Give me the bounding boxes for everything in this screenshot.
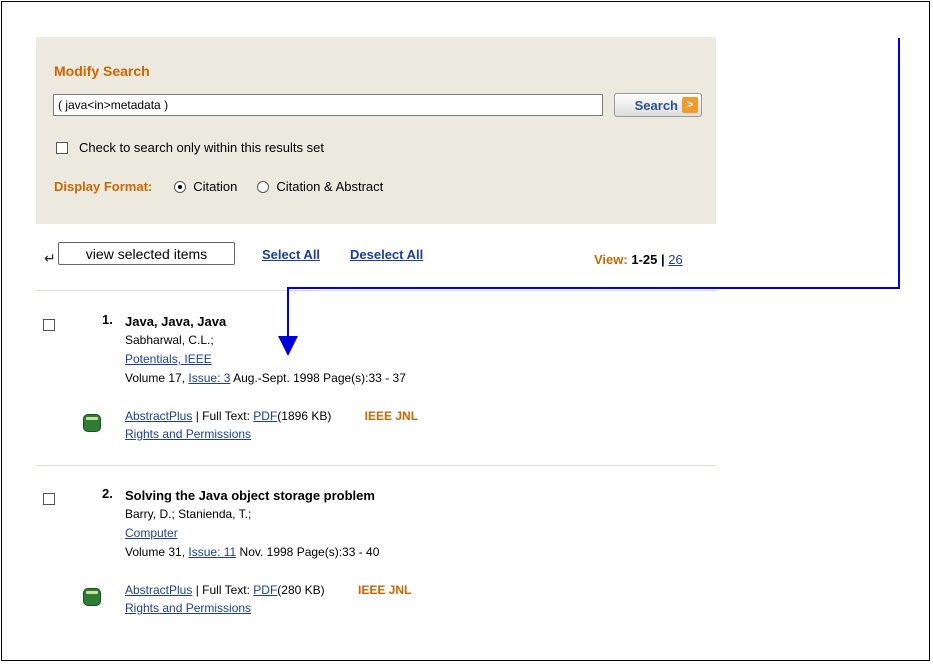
select-all-link[interactable]: Select All <box>262 247 320 262</box>
result-1-links: AbstractPlus | Full Text: PDF(1896 KB) I… <box>125 407 418 443</box>
result-1-full-text-label: | Full Text: <box>195 409 250 423</box>
view-separator: | <box>661 252 665 267</box>
pagination: View: 1-25 | 26 <box>594 252 683 267</box>
result-1-rights-link[interactable]: Rights and Permissions <box>125 427 251 441</box>
search-within-option: Check to search only within this results… <box>56 140 324 155</box>
result-2-date-pages: Nov. 1998 Page(s):33 - 40 <box>239 545 380 559</box>
result-2-rights-link[interactable]: Rights and Permissions <box>125 601 251 615</box>
format-option-citation[interactable]: Citation <box>174 179 237 194</box>
result-1-pdf-link[interactable]: PDF <box>253 409 277 423</box>
view-range-current: 1-25 <box>631 252 658 267</box>
results-divider-top <box>36 290 716 291</box>
result-2-links: AbstractPlus | Full Text: PDF(280 KB) IE… <box>125 581 411 617</box>
citation-abstract-radio[interactable] <box>257 180 270 193</box>
search-within-checkbox[interactable] <box>56 141 68 154</box>
result-2-title: Solving the Java object storage problem <box>125 488 375 503</box>
view-next-page-link[interactable]: 26 <box>668 252 682 267</box>
annotation-line-horizontal <box>287 287 900 289</box>
result-1-citation: Java, Java, Java Sabharwal, C.L.; Potent… <box>125 312 685 388</box>
result-2-volume: Volume 31, <box>125 545 186 559</box>
result-item-1: 1. Java, Java, Java Sabharwal, C.L.; Pot… <box>36 312 716 472</box>
annotation-line-vertical-right <box>898 38 900 289</box>
search-button[interactable]: Search > <box>614 93 702 117</box>
result-2-volume-line: Volume 31, Issue: 11 Nov. 1998 Page(s):3… <box>125 543 685 562</box>
deselect-all-link[interactable]: Deselect All <box>350 247 423 262</box>
annotation-arrowhead-icon <box>278 336 298 356</box>
display-format-row: Display Format: Citation Citation & Abst… <box>54 179 403 194</box>
result-1-date-pages: Aug.-Sept. 1998 Page(s):33 - 37 <box>233 371 406 385</box>
view-label: View: <box>594 252 628 267</box>
result-2-checkbox[interactable] <box>43 493 55 505</box>
result-2-publication-link[interactable]: Computer <box>125 526 178 540</box>
result-1-publication-link[interactable]: Potentials, IEEE <box>125 352 212 366</box>
search-button-label: Search <box>634 97 678 113</box>
result-2-abstractplus-link[interactable]: AbstractPlus <box>125 583 192 597</box>
result-1-authors: Sabharwal, C.L.; <box>125 333 214 347</box>
result-1-title: Java, Java, Java <box>125 314 227 329</box>
result-2-citation: Solving the Java object storage problem … <box>125 486 685 562</box>
result-item-2: 2. Solving the Java object storage probl… <box>36 486 716 646</box>
format-option-citation-abstract[interactable]: Citation & Abstract <box>257 179 383 194</box>
search-query-input[interactable] <box>53 94 603 116</box>
return-arrow-icon: ↵ <box>44 250 56 266</box>
result-2-issue-link[interactable]: Issue: 11 <box>188 545 236 559</box>
results-divider-middle <box>36 465 716 466</box>
result-1-number: 1. <box>102 312 113 327</box>
result-2-authors: Barry, D.; Stanienda, T.; <box>125 507 252 521</box>
result-1-type-badge: IEEE JNL <box>364 409 419 423</box>
result-2-pdf-size: (280 KB) <box>277 583 325 597</box>
result-2-pdf-link[interactable]: PDF <box>253 583 277 597</box>
view-selected-items-button[interactable]: view selected items <box>58 242 235 265</box>
citation-abstract-label: Citation & Abstract <box>276 179 384 194</box>
result-1-issue-link[interactable]: Issue: 3 <box>188 371 230 385</box>
citation-radio[interactable] <box>174 180 187 193</box>
result-1-volume-line: Volume 17, Issue: 3 Aug.-Sept. 1998 Page… <box>125 369 685 388</box>
display-format-label: Display Format: <box>54 179 153 194</box>
result-1-volume: Volume 17, <box>125 371 186 385</box>
chevron-right-icon: > <box>682 97 698 113</box>
results-toolbar: ↵ view selected items Select All Deselec… <box>44 242 724 268</box>
citation-label: Citation <box>193 179 238 194</box>
result-2-number: 2. <box>102 486 113 501</box>
modify-search-title: Modify Search <box>54 63 150 79</box>
result-2-full-text-label: | Full Text: <box>195 583 250 597</box>
document-icon <box>83 414 101 432</box>
modify-search-panel: Modify Search Search > Check to search o… <box>36 37 716 224</box>
search-within-label: Check to search only within this results… <box>79 140 324 155</box>
document-icon <box>83 588 101 606</box>
result-1-checkbox[interactable] <box>43 319 55 331</box>
result-2-type-badge: IEEE JNL <box>358 583 412 597</box>
result-1-abstractplus-link[interactable]: AbstractPlus <box>125 409 192 423</box>
annotation-line-vertical-down <box>287 287 289 339</box>
result-1-pdf-size: (1896 KB) <box>277 409 332 423</box>
